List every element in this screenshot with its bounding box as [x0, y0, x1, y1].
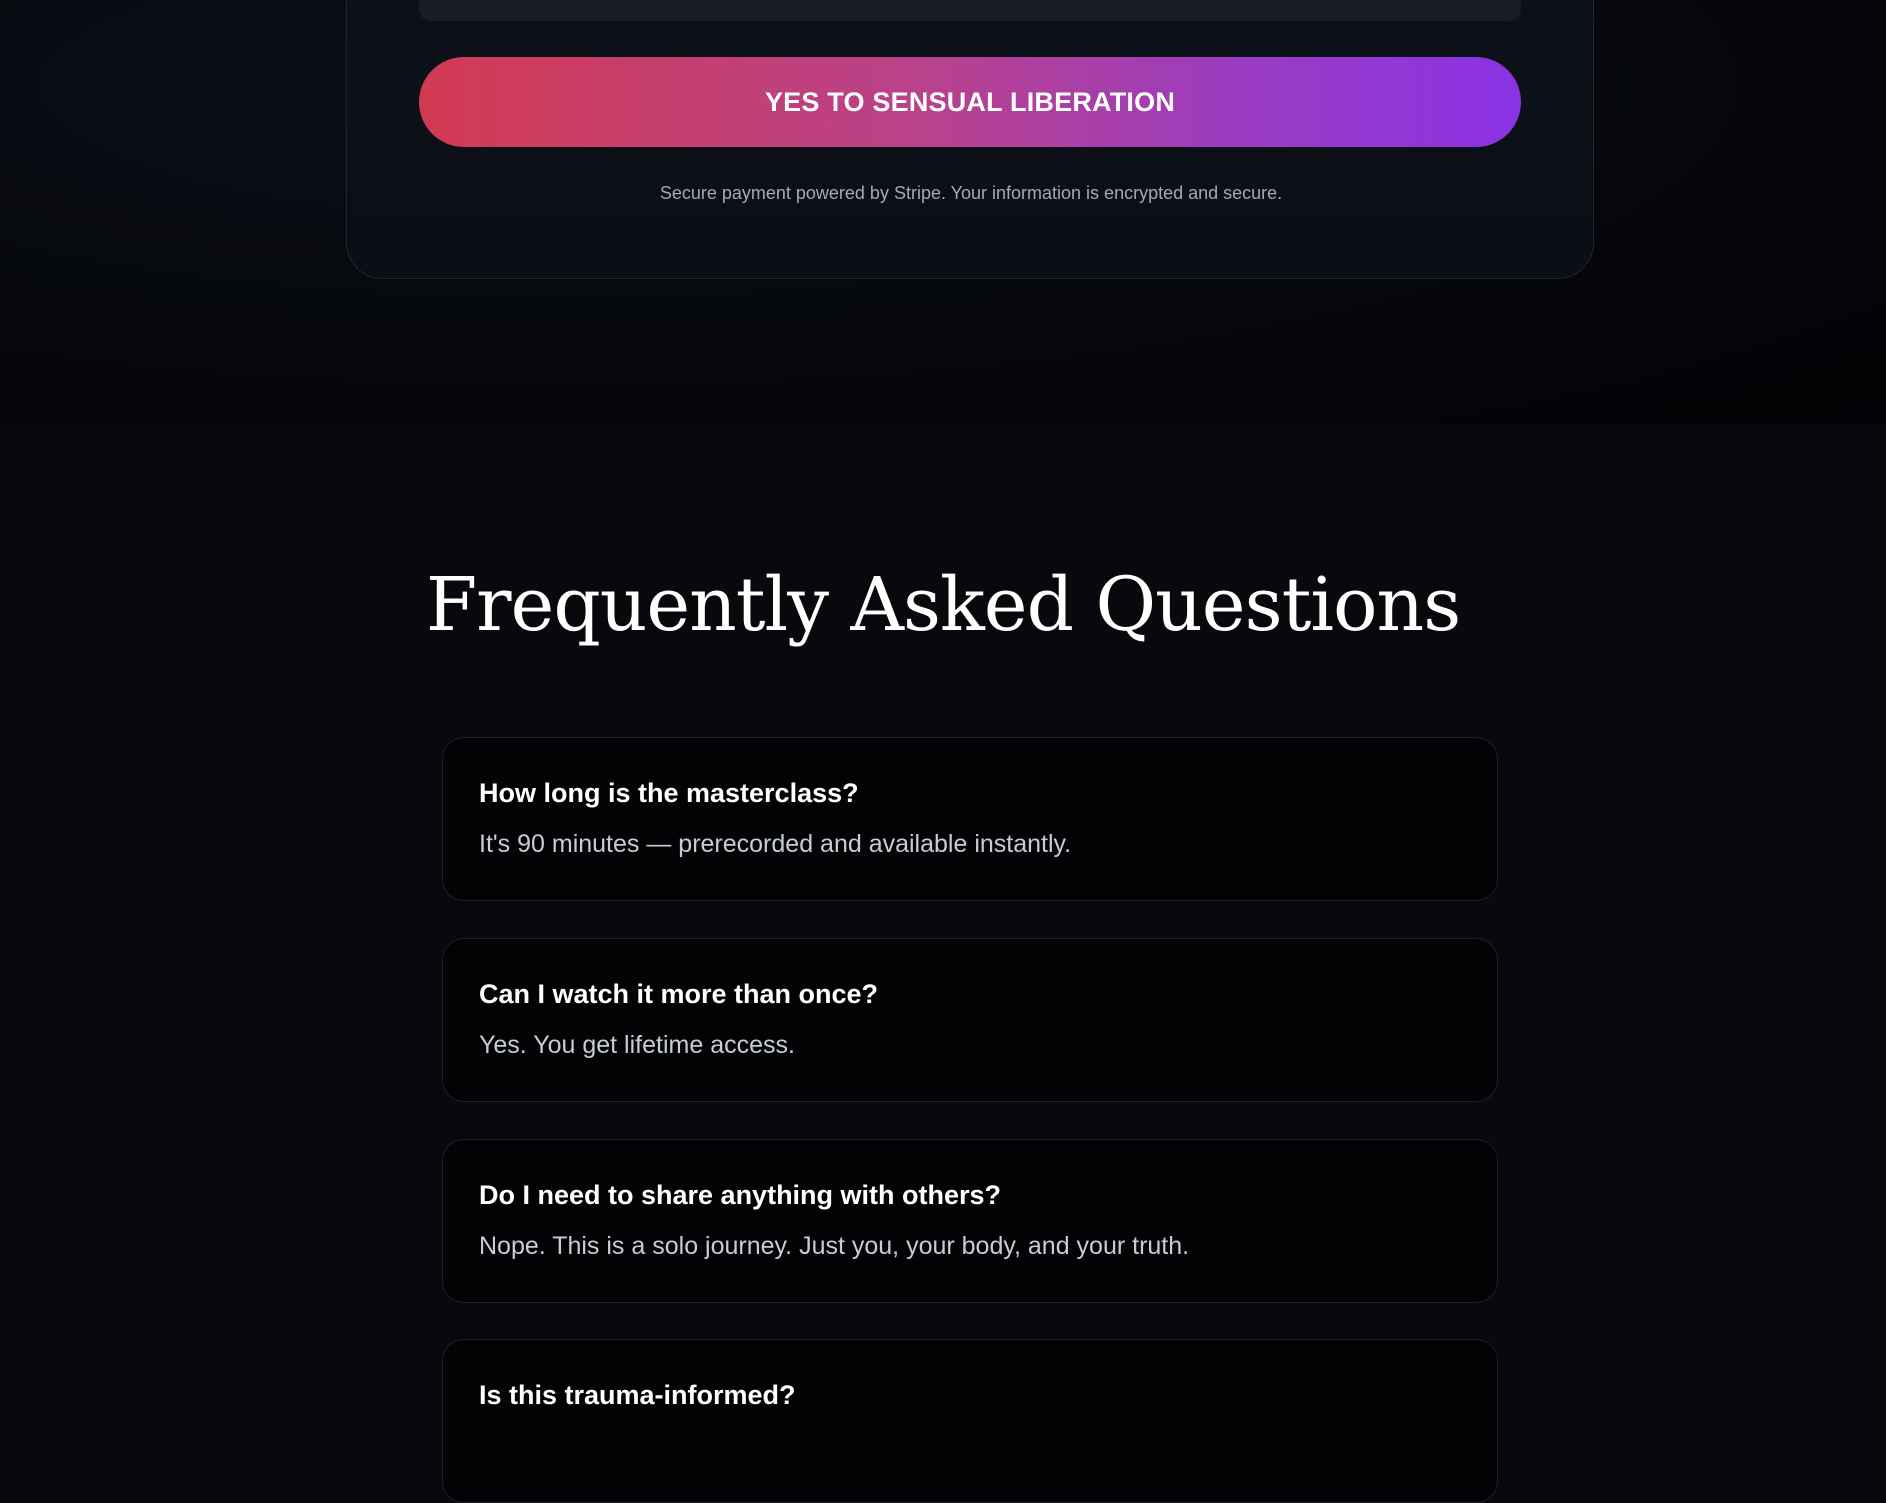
faq-answer: It's 90 minutes — prerecorded and availa… — [479, 830, 1072, 858]
faq-item[interactable]: Is this trauma-informed? — [442, 1339, 1498, 1503]
payment-input-field[interactable] — [419, 0, 1521, 21]
secure-payment-note: Secure payment powered by Stripe. Your i… — [659, 183, 1283, 203]
faq-item[interactable]: How long is the masterclass? It's 90 min… — [442, 737, 1498, 901]
checkout-section: YES TO SENSUAL LIBERATION Secure payment… — [0, 0, 1886, 424]
faq-answer: Nope. This is a solo journey. Just you, … — [479, 1232, 1190, 1260]
checkout-card: YES TO SENSUAL LIBERATION Secure payment… — [346, 0, 1594, 279]
faq-item[interactable]: Do I need to share anything with others?… — [442, 1139, 1498, 1303]
faq-question: Can I watch it more than once? — [479, 979, 879, 1009]
faq-answer: Yes. You get lifetime access. — [479, 1031, 795, 1059]
faq-section: Frequently Asked Questions How long is t… — [0, 424, 1886, 1503]
faq-title: Frequently Asked Questions — [425, 562, 1461, 648]
faq-question: Do I need to share anything with others? — [479, 1180, 1002, 1210]
faq-question: How long is the masterclass? — [479, 778, 859, 808]
faq-item[interactable]: Can I watch it more than once? Yes. You … — [442, 938, 1498, 1102]
faq-question: Is this trauma-informed? — [479, 1380, 796, 1410]
purchase-button[interactable]: YES TO SENSUAL LIBERATION — [419, 57, 1521, 147]
